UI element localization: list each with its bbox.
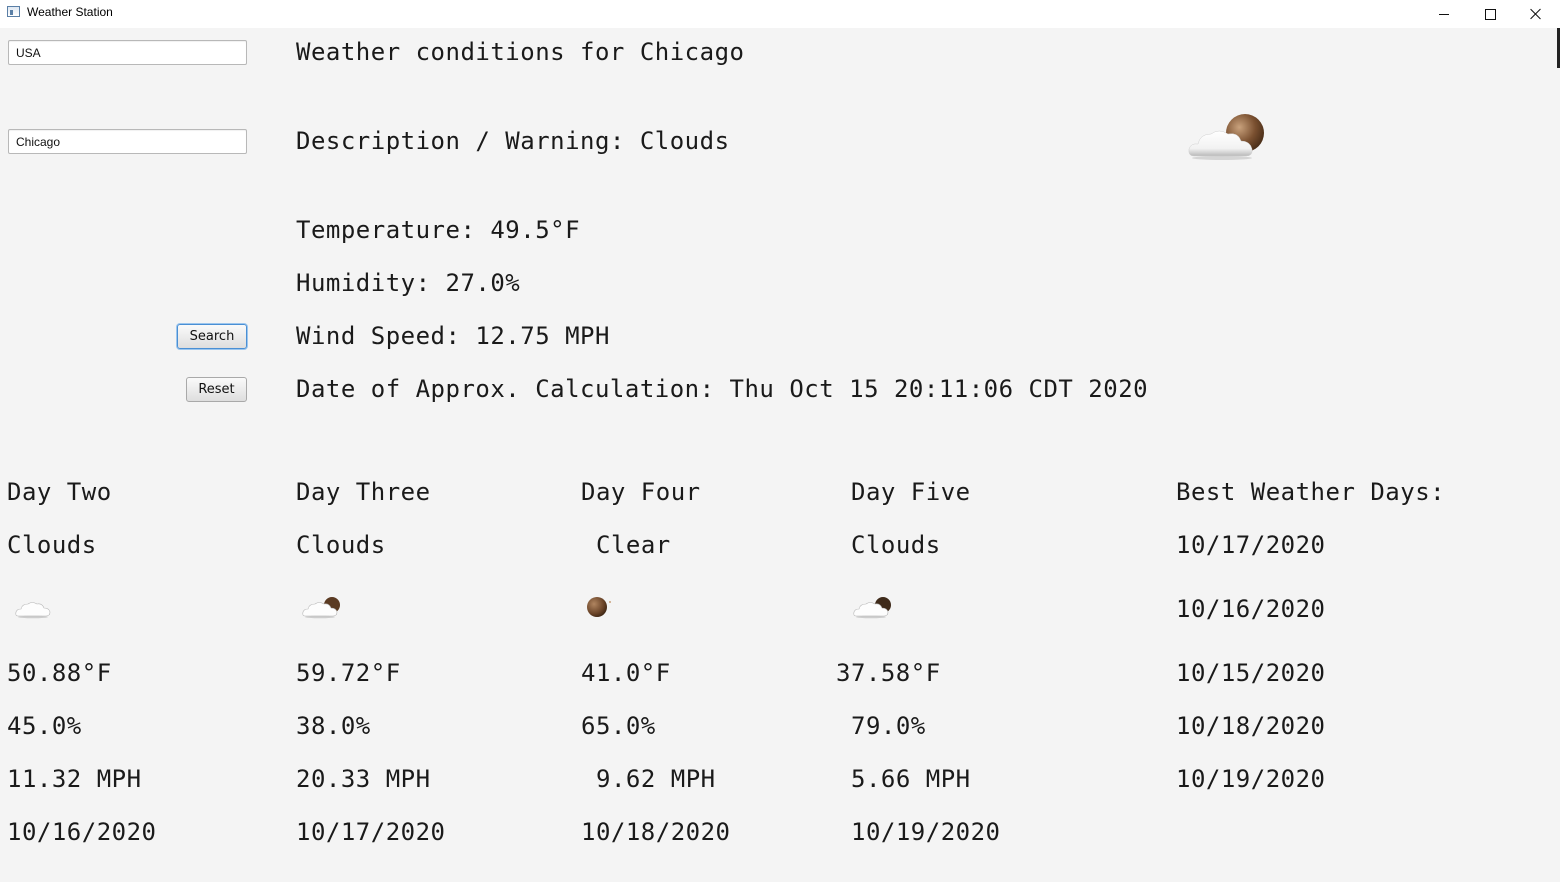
forecast-temperature: 41.0°F: [581, 659, 671, 687]
forecast-date: 10/19/2020: [851, 818, 1001, 846]
city-input[interactable]: [8, 129, 247, 154]
best-day-date: 10/15/2020: [1176, 659, 1326, 687]
cloud-with-sun-icon: [302, 597, 340, 619]
forecast-date: 10/16/2020: [7, 818, 157, 846]
forecast-temperature: 50.88°F: [7, 659, 112, 687]
country-input[interactable]: [8, 40, 247, 65]
close-icon: [1530, 8, 1542, 20]
forecast-wind-speed: 9.62 MPH: [596, 765, 716, 793]
forecast-wind-speed: 5.66 MPH: [851, 765, 971, 793]
forecast-day-label: Day Three: [296, 478, 431, 506]
forecast-humidity: 65.0%: [581, 712, 656, 740]
best-day-date: 10/17/2020: [1176, 531, 1326, 559]
close-button[interactable]: [1513, 0, 1559, 28]
forecast-condition: Clouds: [851, 531, 941, 559]
cloud-with-sun-icon: [1188, 114, 1264, 160]
best-day-date: 10/16/2020: [1176, 595, 1326, 623]
forecast-humidity: 45.0%: [7, 712, 82, 740]
current-wind-speed: Wind Speed: 12.75 MPH: [296, 322, 610, 350]
forecast-humidity: 38.0%: [296, 712, 371, 740]
current-heading: Weather conditions for Chicago: [296, 38, 745, 66]
minimize-icon: [1439, 13, 1449, 15]
sun-icon: [587, 597, 611, 617]
forecast-humidity: 79.0%: [851, 712, 926, 740]
best-day-date: 10/18/2020: [1176, 712, 1326, 740]
cloud-with-sun-icon: [853, 597, 891, 619]
forecast-day-label: Day Five: [851, 478, 971, 506]
app-icon: [7, 6, 20, 17]
current-description: Description / Warning: Clouds: [296, 127, 730, 155]
current-temperature: Temperature: 49.5°F: [296, 216, 581, 244]
forecast-condition: Clouds: [296, 531, 386, 559]
search-button[interactable]: Search: [177, 324, 247, 349]
forecast-day-label: Day Four: [581, 478, 701, 506]
forecast-temperature: 59.72°F: [296, 659, 401, 687]
window-title: Weather Station: [27, 5, 113, 19]
forecast-condition: Clear: [596, 531, 671, 559]
forecast-wind-speed: 20.33 MPH: [296, 765, 431, 793]
cloud-icon: [15, 602, 51, 619]
current-humidity: Humidity: 27.0%: [296, 269, 521, 297]
reset-button[interactable]: Reset: [186, 377, 247, 402]
weather-station-window: Weather Station Search Reset Weather con…: [0, 0, 1560, 882]
forecast-wind-speed: 11.32 MPH: [7, 765, 142, 793]
maximize-icon: [1484, 8, 1496, 20]
forecast-temperature: 37.58°F: [836, 659, 941, 687]
maximize-button[interactable]: [1467, 0, 1513, 28]
minimize-button[interactable]: [1421, 0, 1467, 28]
best-day-date: 10/19/2020: [1176, 765, 1326, 793]
best-days-heading: Best Weather Days:: [1176, 478, 1446, 506]
forecast-condition: Clouds: [7, 531, 97, 559]
title-bar: Weather Station: [0, 0, 1560, 28]
current-date: Date of Approx. Calculation: Thu Oct 15 …: [296, 375, 1149, 403]
forecast-date: 10/17/2020: [296, 818, 446, 846]
forecast-day-label: Day Two: [7, 478, 112, 506]
forecast-date: 10/18/2020: [581, 818, 731, 846]
